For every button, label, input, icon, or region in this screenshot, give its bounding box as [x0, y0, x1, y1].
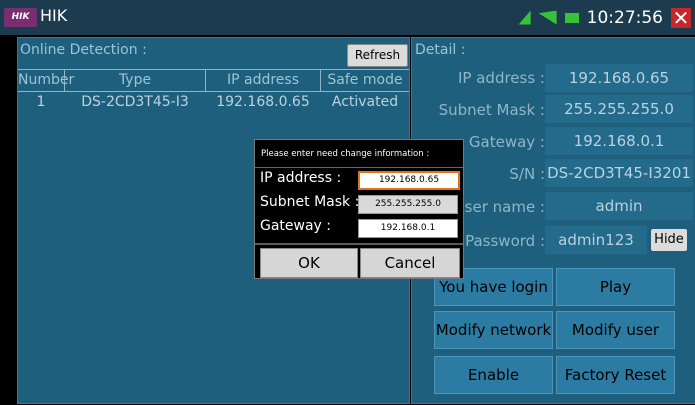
gateway-value: 192.168.0.1 — [545, 127, 693, 155]
username-label: User name : — [453, 198, 545, 216]
column-header-type: Type — [65, 70, 206, 91]
factory-reset-button[interactable]: Factory Reset — [556, 356, 675, 394]
sn-value: DS-2CD3T45-I3201 — [545, 159, 693, 187]
password-label: Password : — [465, 232, 545, 250]
app-title: HIK — [40, 6, 68, 25]
dialog-mask-field[interactable]: 255.255.255.0 — [358, 195, 458, 214]
hik-logo-icon: HIK — [4, 8, 37, 27]
clock: 10:27:56 — [586, 7, 663, 28]
dialog-ip-field[interactable]: 192.168.0.65 — [358, 171, 460, 190]
dialog-gateway-field[interactable]: 192.168.0.1 — [358, 219, 458, 238]
subnet-label: Subnet Mask : — [438, 101, 545, 119]
username-value: admin — [545, 192, 693, 220]
password-value: admin123 — [545, 226, 647, 254]
play-button[interactable]: Play — [556, 268, 675, 306]
column-header-number: Number — [18, 70, 74, 91]
column-header-ip: IP address — [206, 70, 321, 91]
cell-number: 1 — [36, 94, 46, 110]
dialog-mask-label: Subnet Mask : — [260, 194, 360, 210]
gateway-label: Gateway : — [468, 133, 545, 151]
cell-safe-mode: Activated — [331, 94, 399, 110]
table-row[interactable]: 1 DS-2CD3T45-I3 192.168.0.65 Activated — [18, 92, 409, 112]
dialog-title: Please enter need change information : — [261, 149, 430, 159]
column-header-safe-mode: Safe mode — [327, 72, 403, 88]
refresh-button[interactable]: Refresh — [347, 44, 408, 67]
sn-label: S/N : — [509, 165, 545, 183]
dialog-ip-label: IP address : — [260, 170, 342, 186]
cancel-button[interactable]: Cancel — [360, 248, 460, 278]
dialog-divider — [255, 167, 463, 168]
cell-type: DS-2CD3T45-I3 — [81, 94, 189, 110]
table-header: Number Type IP address Safe mode — [18, 69, 409, 92]
close-icon[interactable]: ✕ — [671, 7, 691, 28]
modify-network-button[interactable]: Modify network — [434, 311, 553, 349]
modify-network-dialog: Please enter need change information : I… — [254, 139, 464, 279]
hide-password-button[interactable]: Hide — [651, 229, 687, 251]
cell-ip: 192.168.0.65 — [216, 94, 310, 110]
subnet-value: 255.255.255.0 — [545, 95, 693, 123]
ip-value: 192.168.0.65 — [545, 64, 693, 92]
ip-label: IP address : — [458, 69, 545, 87]
battery-icon — [564, 12, 579, 23]
online-detection-label: Online Detection : — [20, 42, 147, 58]
dialog-button-divider — [255, 243, 463, 245]
ok-button[interactable]: OK — [260, 248, 358, 278]
enable-button[interactable]: Enable — [434, 356, 553, 394]
wifi-icon — [538, 10, 557, 25]
modify-user-button[interactable]: Modify user — [556, 311, 675, 349]
detail-label: Detail : — [415, 42, 466, 58]
dialog-gateway-label: Gateway : — [260, 218, 332, 234]
status-area: 10:27:56 ✕ — [518, 0, 695, 35]
title-bar: HIK HIK 10:27:56 ✕ — [0, 0, 695, 35]
signal-icon — [518, 10, 531, 25]
